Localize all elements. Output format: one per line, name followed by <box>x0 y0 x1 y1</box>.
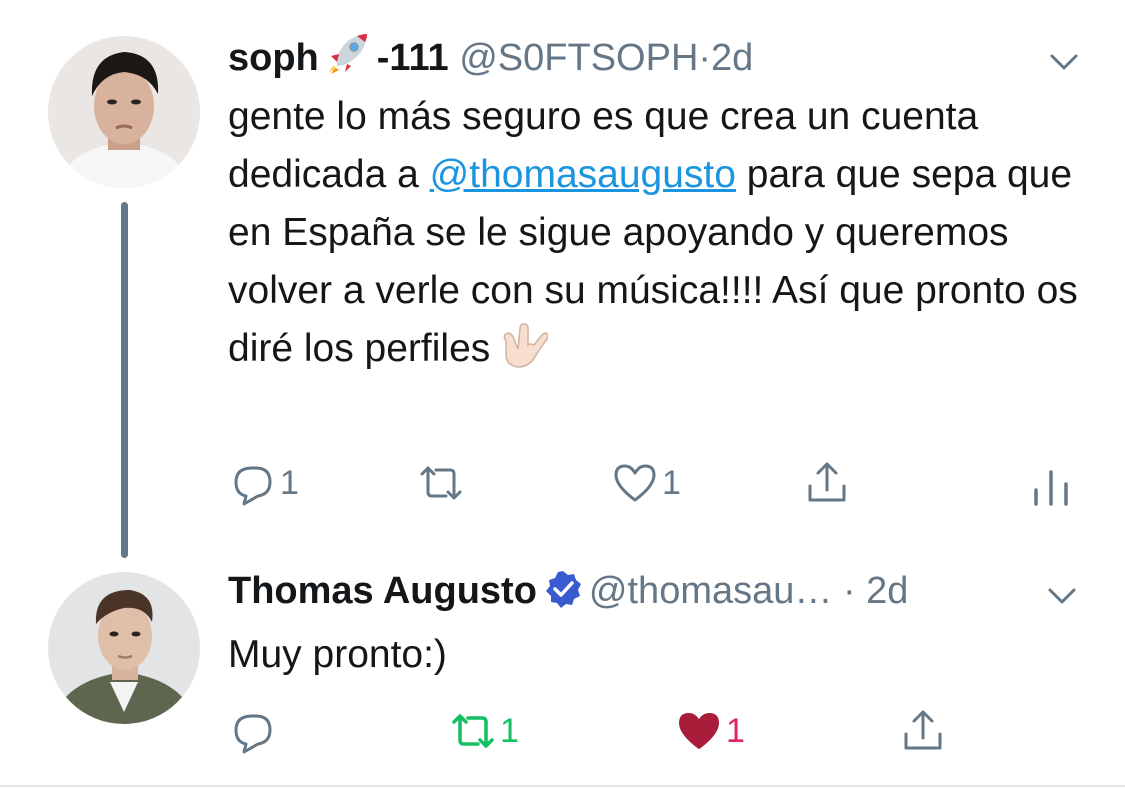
chevron-down-icon[interactable] <box>1044 578 1080 614</box>
like-button[interactable]: 1 <box>676 706 745 756</box>
tweet-header: soph -111 @S0FTSOPH·2d <box>228 32 1125 82</box>
separator-dot: · <box>698 37 712 79</box>
tweet-actions: 1 1 <box>228 706 1125 756</box>
reply-button[interactable]: 1 <box>230 458 299 508</box>
analytics-icon <box>1034 470 1068 506</box>
retweet-icon <box>452 714 494 748</box>
timestamp[interactable]: 2d <box>866 570 908 612</box>
display-name-suffix: -111 <box>376 37 449 79</box>
reply-icon <box>234 714 272 754</box>
user-handle[interactable]: @thomasau… <box>589 570 832 612</box>
share-icon <box>808 462 846 502</box>
display-name[interactable]: Thomas Augusto <box>228 570 537 612</box>
share-button[interactable] <box>804 458 850 508</box>
like-button[interactable]: 1 <box>612 458 681 508</box>
reply-button[interactable] <box>230 706 280 756</box>
tweet-text: gente lo más seguro es que crea un cuent… <box>228 88 1088 378</box>
love-you-hand-icon <box>498 321 550 371</box>
heart-icon <box>614 464 656 502</box>
rocket-icon <box>327 32 369 76</box>
tweet-actions: 1 1 <box>228 458 1125 508</box>
share-icon <box>904 710 942 750</box>
chevron-down-icon[interactable] <box>1046 44 1082 80</box>
reply-count: 1 <box>280 463 299 502</box>
retweet-button[interactable] <box>418 458 468 508</box>
reply-icon <box>234 466 272 506</box>
share-button[interactable] <box>900 706 946 756</box>
tweet-thomas: Thomas Augusto @thomasau… · 2d Muy pront… <box>0 560 1125 788</box>
heart-icon <box>679 713 719 749</box>
divider <box>0 785 1125 787</box>
tweet-text: Muy pronto:) <box>228 633 447 676</box>
analytics-button[interactable] <box>1028 458 1074 508</box>
mention-link[interactable]: @thomasaugusto <box>430 153 736 196</box>
verified-badge-icon <box>543 569 583 609</box>
tweet-soph: soph -111 @S0FTSOPH·2d gente lo más segu… <box>0 0 1125 560</box>
thread-line <box>121 202 128 558</box>
like-count: 1 <box>726 711 745 750</box>
timestamp[interactable]: 2d <box>711 37 753 79</box>
separator-dot: · <box>842 570 856 612</box>
display-name[interactable]: soph <box>228 37 319 79</box>
tweet-header: Thomas Augusto @thomasau… · 2d <box>228 566 1125 616</box>
avatar-thomas[interactable] <box>48 572 200 724</box>
retweet-count: 1 <box>500 711 519 750</box>
retweet-button[interactable]: 1 <box>450 706 519 756</box>
retweet-icon <box>420 466 462 500</box>
user-handle[interactable]: @S0FTSOPH <box>459 37 698 79</box>
like-count: 1 <box>662 463 681 502</box>
avatar-soph[interactable] <box>48 36 200 188</box>
